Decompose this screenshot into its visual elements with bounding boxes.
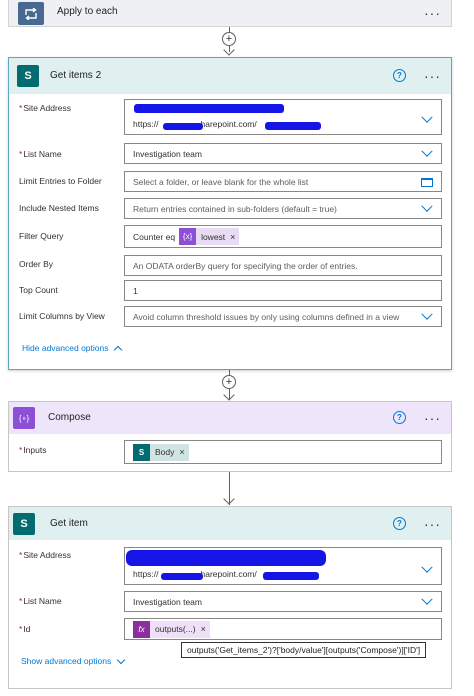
list-name-dropdown[interactable]: Investigation team [124, 591, 442, 612]
get-item-title: Get item [50, 518, 88, 529]
show-advanced-options-link[interactable]: Show advanced options [21, 655, 126, 666]
insert-step-button[interactable]: + [222, 375, 236, 389]
id-label: *Id [19, 624, 31, 634]
top-count-field[interactable]: 1 [124, 280, 442, 301]
redaction [265, 122, 321, 130]
get-items-title: Get items 2 [50, 70, 102, 81]
compose-header[interactable]: {∘} Compose ? ··· [9, 402, 451, 434]
fx-icon: fx [133, 620, 150, 638]
chevron-down-icon[interactable] [421, 200, 433, 212]
limit-columns-dropdown[interactable]: Avoid column threshold issues by only us… [124, 306, 442, 327]
chevron-up-icon [114, 345, 123, 355]
remove-token-button[interactable]: × [179, 447, 184, 457]
expression-tooltip: outputs('Get_items_2')?['body/value'][ou… [181, 642, 427, 658]
chevron-down-icon [117, 655, 126, 664]
remove-token-button[interactable]: × [230, 232, 235, 242]
redaction [263, 572, 319, 580]
limit-folder-label: Limit Entries to Folder [19, 176, 102, 186]
inputs-label: *Inputs [19, 445, 47, 455]
chevron-down-icon[interactable] [421, 111, 433, 124]
loop-icon [18, 2, 44, 25]
list-name-dropdown[interactable]: Investigation team [124, 143, 442, 164]
chevron-down-icon[interactable] [421, 308, 433, 320]
connector-arrow [223, 44, 235, 56]
get-items-more-button[interactable]: ··· [424, 69, 441, 83]
top-count-label: Top Count [19, 285, 58, 295]
redaction [126, 550, 326, 566]
order-by-field[interactable]: An ODATA orderBy query for specifying th… [124, 255, 442, 276]
variable-token[interactable]: {x} lowest × [179, 228, 240, 245]
help-icon[interactable]: ? [393, 69, 406, 82]
variable-icon: {x} [179, 228, 197, 245]
compose-icon: {∘} [13, 407, 35, 429]
apply-to-each-title: Apply to each [57, 6, 118, 17]
nested-items-dropdown[interactable]: Return entries contained in sub-folders … [124, 198, 442, 219]
limit-columns-label: Limit Columns by View [19, 311, 105, 321]
filter-query-field[interactable]: Counter eq {x} lowest × [124, 225, 442, 248]
remove-token-button[interactable]: × [201, 624, 206, 634]
get-item-card[interactable]: S Get item ? ··· *Site Address https:// … [8, 506, 452, 689]
connector-arrow [223, 389, 235, 401]
apply-to-each-more-button[interactable]: ··· [424, 6, 441, 20]
sharepoint-icon: S [17, 65, 39, 87]
filter-query-label: Filter Query [19, 231, 64, 241]
nested-items-label: Include Nested Items [19, 203, 99, 213]
expression-token[interactable]: fx outputs(...) × [133, 620, 210, 638]
chevron-down-icon[interactable] [421, 561, 433, 573]
id-field[interactable]: fx outputs(...) × [124, 618, 442, 640]
sharepoint-icon: S [133, 443, 150, 461]
order-by-label: Order By [19, 259, 54, 269]
compose-more-button[interactable]: ··· [424, 411, 441, 425]
list-name-label: *List Name [19, 596, 62, 606]
help-icon[interactable]: ? [393, 517, 406, 530]
redaction [161, 573, 203, 580]
get-items-header[interactable]: S Get items 2 ? ··· [9, 58, 451, 94]
folder-icon[interactable] [421, 178, 433, 187]
connector-arrow [223, 493, 235, 505]
redaction [134, 104, 284, 113]
get-items-card[interactable]: S Get items 2 ? ··· *Site Address https:… [8, 57, 452, 370]
compose-card[interactable]: {∘} Compose ? ··· *Inputs S Body × [8, 401, 452, 472]
chevron-down-icon[interactable] [421, 145, 433, 157]
apply-to-each-card[interactable]: Apply to each ··· [8, 0, 452, 27]
hide-advanced-options-link[interactable]: Hide advanced options [22, 343, 123, 355]
chevron-down-icon[interactable] [421, 593, 433, 605]
limit-folder-field[interactable]: Select a folder, or leave blank for the … [124, 171, 442, 192]
get-item-header[interactable]: S Get item ? ··· [9, 507, 451, 540]
list-name-label: *List Name [19, 149, 62, 159]
redaction [163, 123, 203, 130]
get-item-more-button[interactable]: ··· [424, 517, 441, 531]
site-address-label: *Site Address [19, 550, 72, 560]
body-token[interactable]: S Body × [133, 443, 189, 461]
compose-title: Compose [48, 412, 91, 423]
inputs-field[interactable]: S Body × [124, 440, 442, 464]
sharepoint-icon: S [13, 513, 35, 535]
help-icon[interactable]: ? [393, 411, 406, 424]
site-address-label: *Site Address [19, 103, 72, 113]
